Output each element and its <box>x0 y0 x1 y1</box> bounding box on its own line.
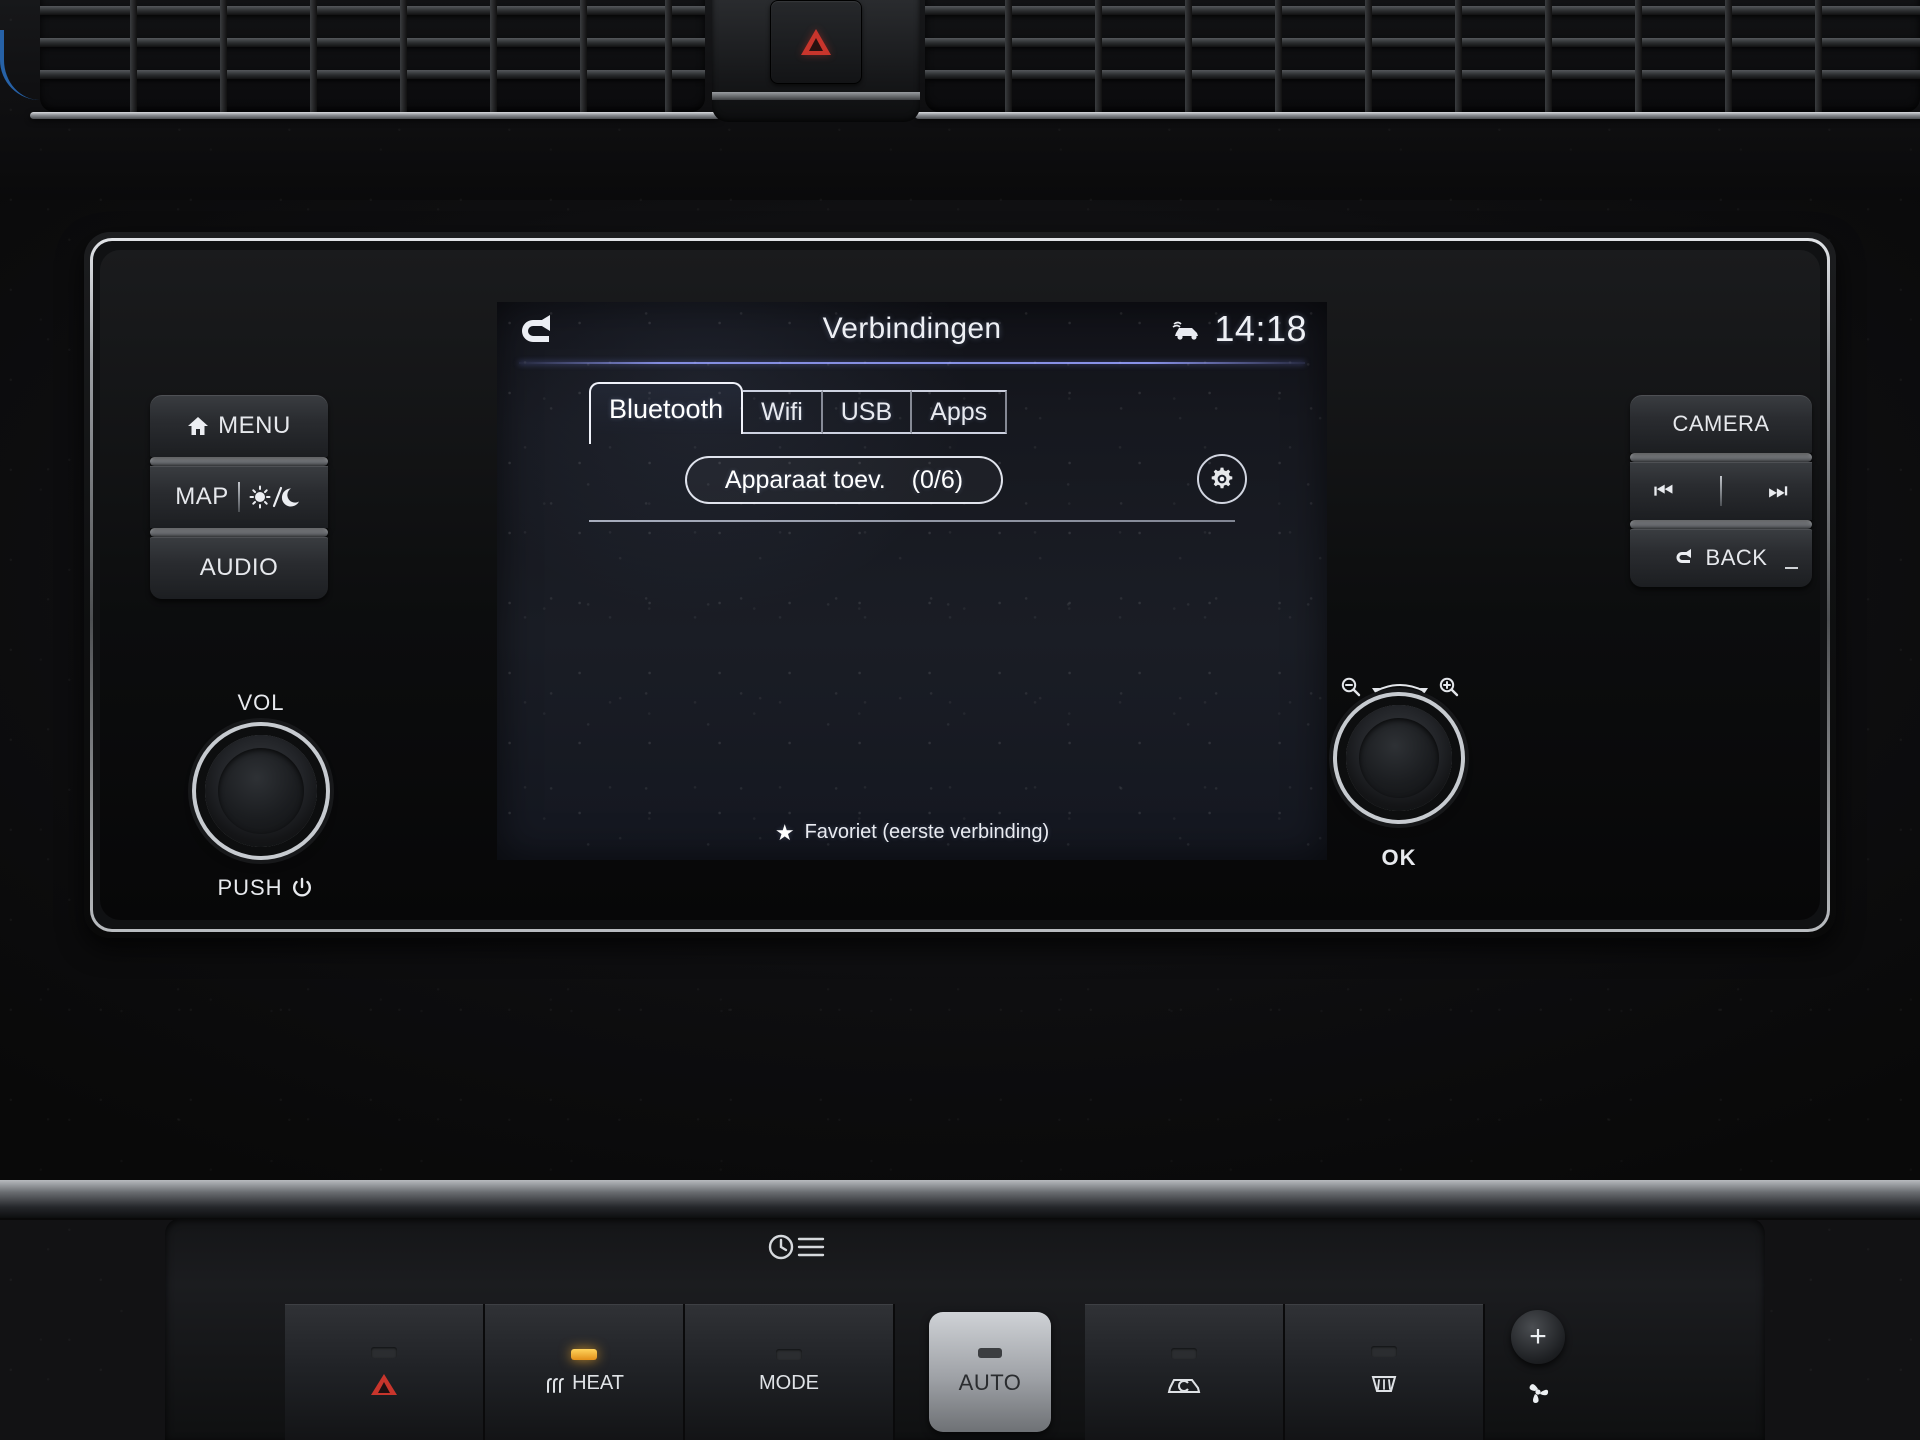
button-divider <box>237 482 240 512</box>
camera-button[interactable]: CAMERA <box>1630 395 1812 453</box>
infotainment-screen[interactable]: Verbindingen 14:18 Bluetooth Wifi USB Ap… <box>497 302 1327 860</box>
bluetooth-action-row: Apparaat toev. (0/6) <box>589 454 1247 506</box>
tab-wifi[interactable]: Wifi <box>743 390 823 434</box>
recirculation-led <box>1171 1347 1197 1359</box>
map-daynight-button[interactable]: MAP <box>150 466 328 528</box>
favorite-legend-text: Favoriet (eerste verbinding) <box>804 821 1050 843</box>
hvac-recirculation-button[interactable] <box>1085 1304 1285 1440</box>
zoom-hint-row <box>1340 676 1460 698</box>
next-track-icon[interactable]: ⏭ <box>1768 478 1788 504</box>
red-triangle-icon <box>801 29 831 55</box>
push-label: PUSH <box>217 875 283 900</box>
tune-ok-knob[interactable] <box>1346 705 1452 811</box>
clock-display: 14:18 <box>1214 308 1307 349</box>
air-vent-right <box>925 0 1920 112</box>
hazard-lights-button[interactable] <box>770 0 862 84</box>
sun-moon-icon <box>249 485 303 509</box>
audio-button-label: AUDIO <box>199 554 279 581</box>
hazard-housing <box>712 0 920 122</box>
rear-defrost-icon <box>1365 1369 1403 1399</box>
gear-icon <box>1208 465 1236 493</box>
hvac-hazard-button[interactable] <box>285 1304 485 1440</box>
right-button-stack: CAMERA ⏮ ⏭ BACK <box>1630 395 1812 587</box>
tab-bluetooth[interactable]: Bluetooth <box>589 382 744 444</box>
volume-knob[interactable] <box>205 735 317 847</box>
heat-waves-icon <box>544 1374 566 1394</box>
hvac-mode-button[interactable]: MODE <box>685 1304 895 1440</box>
volume-label: VOL <box>237 690 285 715</box>
bluetooth-settings-button[interactable] <box>1197 454 1247 504</box>
back-button[interactable]: BACK <box>1630 529 1812 587</box>
paired-device-list[interactable] <box>589 534 1235 770</box>
auto-label: AUTO <box>958 1370 1022 1395</box>
button-separator <box>150 528 328 537</box>
audio-button[interactable]: AUDIO <box>150 537 328 599</box>
temperature-fan-cluster: + <box>1511 1304 1565 1406</box>
power-icon <box>291 877 313 899</box>
mode-label: MODE <box>759 1372 819 1394</box>
rear-defrost-led <box>1371 1345 1397 1357</box>
rotate-arrow-icon <box>1370 679 1430 695</box>
hvac-seat-heat-button[interactable]: HEAT <box>485 1304 685 1440</box>
button-separator <box>1630 520 1812 529</box>
vent-trim-left <box>30 112 720 119</box>
home-icon <box>187 416 209 436</box>
heat-label: HEAT <box>572 1372 624 1394</box>
recirculate-icon <box>1164 1371 1204 1397</box>
front-defrost-icon <box>765 1232 835 1266</box>
hvac-auto-wrap: AUTO <box>895 1304 1085 1440</box>
add-device-button[interactable]: Apparaat toev. (0/6) <box>685 456 1003 504</box>
header-divider <box>519 362 1305 364</box>
previous-track-icon[interactable]: ⏮ <box>1654 478 1674 504</box>
auto-led <box>978 1348 1002 1358</box>
hvac-rear-defrost-button[interactable] <box>1285 1304 1485 1440</box>
track-buttons[interactable]: ⏮ ⏭ <box>1630 462 1812 520</box>
plus-icon: + <box>1529 1320 1547 1353</box>
tab-apps[interactable]: Apps <box>912 390 1008 434</box>
push-power-label: PUSH <box>205 875 325 901</box>
status-right-cluster: 14:18 <box>1170 308 1307 350</box>
left-button-stack: MENU MAP AUDIO <box>150 395 328 599</box>
heat-label-group: HEAT <box>544 1372 624 1395</box>
climate-button-row: HEAT MODE AUTO + <box>285 1304 1685 1440</box>
button-separator <box>1630 453 1812 462</box>
hazard-led <box>371 1346 397 1358</box>
star-icon: ★ <box>774 819 795 845</box>
climate-control-panel: HEAT MODE AUTO + <box>165 1218 1765 1440</box>
paired-count: (0/6) <box>911 465 964 494</box>
hvac-auto-button[interactable]: AUTO <box>929 1312 1051 1432</box>
button-notch <box>1785 567 1798 569</box>
air-vent-left <box>40 0 705 112</box>
seat-heat-led <box>571 1349 597 1360</box>
zoom-in-icon <box>1438 676 1460 698</box>
tab-usb[interactable]: USB <box>822 390 913 434</box>
connection-tabs: Bluetooth Wifi USB Apps <box>589 382 1008 444</box>
favorite-legend: ★ Favoriet (eerste verbinding) <box>497 821 1327 844</box>
mode-led <box>776 1349 802 1360</box>
temperature-up-button[interactable]: + <box>1511 1310 1565 1364</box>
hazard-trim <box>712 92 920 100</box>
zoom-out-icon <box>1340 676 1362 698</box>
fan-icon[interactable] <box>1524 1378 1552 1406</box>
vent-trim-right <box>915 112 1920 119</box>
back-arrow-icon <box>1675 548 1697 568</box>
screen-status-bar: Verbindingen 14:18 <box>497 302 1327 364</box>
menu-button-label: MENU <box>218 412 291 439</box>
car-eco-icon <box>1170 317 1204 341</box>
warning-triangle-icon <box>368 1370 400 1398</box>
ok-label: OK <box>1381 845 1417 870</box>
device-list-divider <box>589 520 1235 522</box>
menu-button[interactable]: MENU <box>150 395 328 457</box>
console-trim <box>0 1180 1920 1218</box>
button-divider <box>1720 476 1722 506</box>
button-separator <box>150 457 328 466</box>
map-button-label: MAP <box>175 483 229 510</box>
camera-button-label: CAMERA <box>1672 411 1770 436</box>
back-button-label: BACK <box>1705 545 1768 570</box>
add-device-label: Apparaat toev. <box>724 465 886 494</box>
dashboard-scene: Verbindingen 14:18 Bluetooth Wifi USB Ap… <box>0 0 1920 1440</box>
